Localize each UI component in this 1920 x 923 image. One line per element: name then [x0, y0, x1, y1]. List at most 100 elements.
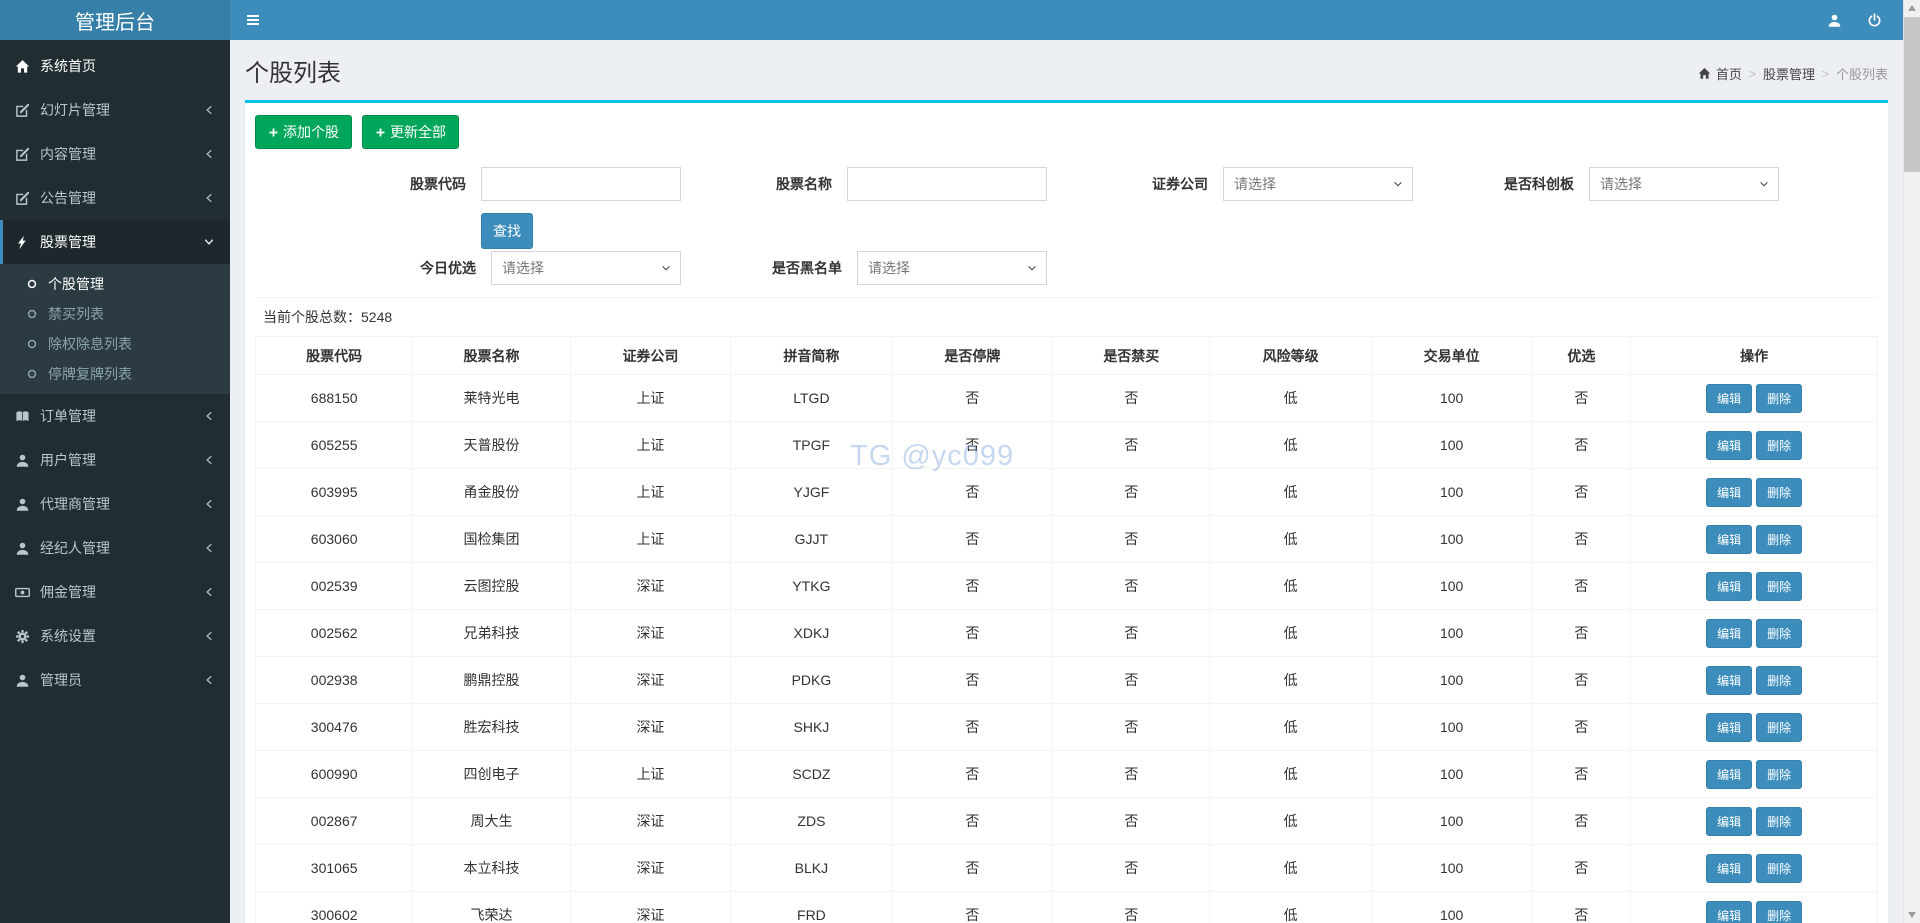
breadcrumb-item-stock-management[interactable]: 股票管理 — [1763, 64, 1815, 83]
sidebar-item-commission[interactable]: 佣金管理 — [0, 570, 230, 614]
cell-suspended: 否 — [891, 891, 1054, 923]
scrollbar-thumb[interactable] — [1904, 17, 1920, 172]
delete-button[interactable]: 删除 — [1756, 853, 1803, 883]
submenu-item-ban-buy-list[interactable]: 禁买列表 — [0, 299, 230, 329]
chevron-left-icon — [203, 542, 215, 554]
sidebar-item-order[interactable]: 订单管理 — [0, 394, 230, 438]
stock-name-input[interactable] — [847, 167, 1047, 201]
cell-preferred: 否 — [1531, 421, 1632, 469]
sidebar-item-broker[interactable]: 经纪人管理 — [0, 526, 230, 570]
cell-banned: 否 — [1052, 562, 1211, 610]
table-row: 603060 国检集团 上证 GJJT 否否低 100 否编辑 删除 — [254, 515, 1878, 563]
cell-risk: 低 — [1209, 750, 1372, 798]
column-header: 操作 — [1630, 336, 1878, 375]
star-market-select[interactable]: 请选择 — [1589, 167, 1779, 201]
bolt-icon — [15, 235, 30, 250]
edit-button[interactable]: 编辑 — [1706, 806, 1753, 836]
sidebar-item-label: 佣金管理 — [40, 584, 96, 600]
cell-risk: 低 — [1209, 656, 1372, 704]
submenu-item-stock-list[interactable]: 个股管理 — [0, 269, 230, 299]
caret-down-icon — [1392, 178, 1404, 190]
scroll-up-arrow-icon[interactable] — [1908, 5, 1916, 11]
scroll-down-arrow-icon[interactable] — [1908, 912, 1916, 918]
sidebar-item-home[interactable]: 系统首页 — [0, 44, 230, 88]
securities-company-select[interactable]: 请选择 — [1223, 167, 1413, 201]
cell-suspended: 否 — [891, 797, 1054, 845]
sidebar-item-announcement[interactable]: 公告管理 — [0, 176, 230, 220]
delete-button[interactable]: 删除 — [1756, 900, 1803, 923]
cell-company: 上证 — [569, 421, 732, 469]
submenu-item-ex-rights-list[interactable]: 除权除息列表 — [0, 329, 230, 359]
filter-group-stock-code: 股票代码 — [315, 167, 681, 201]
sidebar-item-admin[interactable]: 管理员 — [0, 658, 230, 702]
cell-preferred: 否 — [1531, 750, 1632, 798]
cell-suspended: 否 — [891, 656, 1054, 704]
circle-icon — [26, 308, 38, 320]
edit-button[interactable]: 编辑 — [1706, 759, 1753, 789]
today-preferred-select[interactable]: 请选择 — [491, 251, 681, 285]
delete-button[interactable]: 删除 — [1756, 477, 1803, 507]
delete-button[interactable]: 删除 — [1756, 665, 1803, 695]
cell-actions: 编辑 删除 — [1630, 797, 1878, 845]
cell-unit: 100 — [1370, 468, 1533, 516]
cell-preferred: 否 — [1531, 609, 1632, 657]
sidebar-item-content[interactable]: 内容管理 — [0, 132, 230, 176]
cell-actions: 编辑 删除 — [1630, 609, 1878, 657]
submenu-item-suspension-list[interactable]: 停牌复牌列表 — [0, 359, 230, 389]
cell-code: 002938 — [254, 656, 414, 704]
cell-suspended: 否 — [891, 609, 1054, 657]
sidebar-item-user[interactable]: 用户管理 — [0, 438, 230, 482]
sidebar-item-settings[interactable]: 系统设置 — [0, 614, 230, 658]
column-header: 股票代码 — [254, 336, 414, 375]
logout-button[interactable] — [1854, 0, 1894, 40]
sidebar-item-stock[interactable]: 股票管理 — [0, 220, 230, 264]
delete-button[interactable]: 删除 — [1756, 524, 1803, 554]
cell-suspended: 否 — [891, 374, 1054, 422]
edit-button[interactable]: 编辑 — [1706, 524, 1753, 554]
blacklist-select[interactable]: 请选择 — [857, 251, 1047, 285]
edit-button[interactable]: 编辑 — [1706, 900, 1753, 923]
user-menu-button[interactable] — [1814, 0, 1854, 40]
edit-button[interactable]: 编辑 — [1706, 665, 1753, 695]
sidebar-item-slides[interactable]: 幻灯片管理 — [0, 88, 230, 132]
delete-button[interactable]: 删除 — [1756, 759, 1803, 789]
column-header: 优选 — [1531, 336, 1632, 375]
delete-button[interactable]: 删除 — [1756, 430, 1803, 460]
cell-code: 301065 — [254, 844, 414, 892]
edit-button[interactable]: 编辑 — [1706, 712, 1753, 742]
update-all-button[interactable]: 更新全部 — [362, 115, 459, 149]
cell-pinyin: FRD — [730, 891, 893, 923]
delete-button[interactable]: 删除 — [1756, 618, 1803, 648]
search-button[interactable]: 查找 — [481, 213, 533, 249]
edit-button[interactable]: 编辑 — [1706, 618, 1753, 648]
user-icon — [15, 497, 30, 512]
sidebar-toggle-button[interactable] — [230, 0, 276, 40]
table-row: 600990 四创电子 上证 SCDZ 否否低 100 否编辑 删除 — [254, 750, 1878, 798]
power-icon — [1867, 12, 1882, 28]
delete-button[interactable]: 删除 — [1756, 712, 1803, 742]
page-scrollbar[interactable] — [1903, 0, 1920, 923]
user-icon — [15, 673, 30, 688]
cell-pinyin: YTKG — [730, 562, 893, 610]
app-logo[interactable]: 管理后台 — [0, 0, 230, 40]
app-title: 管理后台 — [75, 11, 155, 34]
column-header: 是否禁买 — [1052, 336, 1211, 375]
edit-button[interactable]: 编辑 — [1706, 571, 1753, 601]
sidebar-item-agent[interactable]: 代理商管理 — [0, 482, 230, 526]
delete-button[interactable]: 删除 — [1756, 806, 1803, 836]
edit-button[interactable]: 编辑 — [1706, 383, 1753, 413]
cell-pinyin: GJJT — [730, 515, 893, 563]
cell-name: 天普股份 — [412, 421, 571, 469]
add-stock-button[interactable]: 添加个股 — [255, 115, 352, 149]
stock-code-input[interactable] — [481, 167, 681, 201]
edit-button[interactable]: 编辑 — [1706, 430, 1753, 460]
cell-code: 002867 — [254, 797, 414, 845]
circle-icon — [26, 368, 38, 380]
breadcrumb-item-home[interactable]: 首页 — [1698, 64, 1742, 83]
edit-button[interactable]: 编辑 — [1706, 853, 1753, 883]
delete-button[interactable]: 删除 — [1756, 571, 1803, 601]
cell-risk: 低 — [1209, 844, 1372, 892]
delete-button[interactable]: 删除 — [1756, 383, 1803, 413]
filter-label-star-market: 是否科创板 — [1504, 176, 1574, 192]
edit-button[interactable]: 编辑 — [1706, 477, 1753, 507]
